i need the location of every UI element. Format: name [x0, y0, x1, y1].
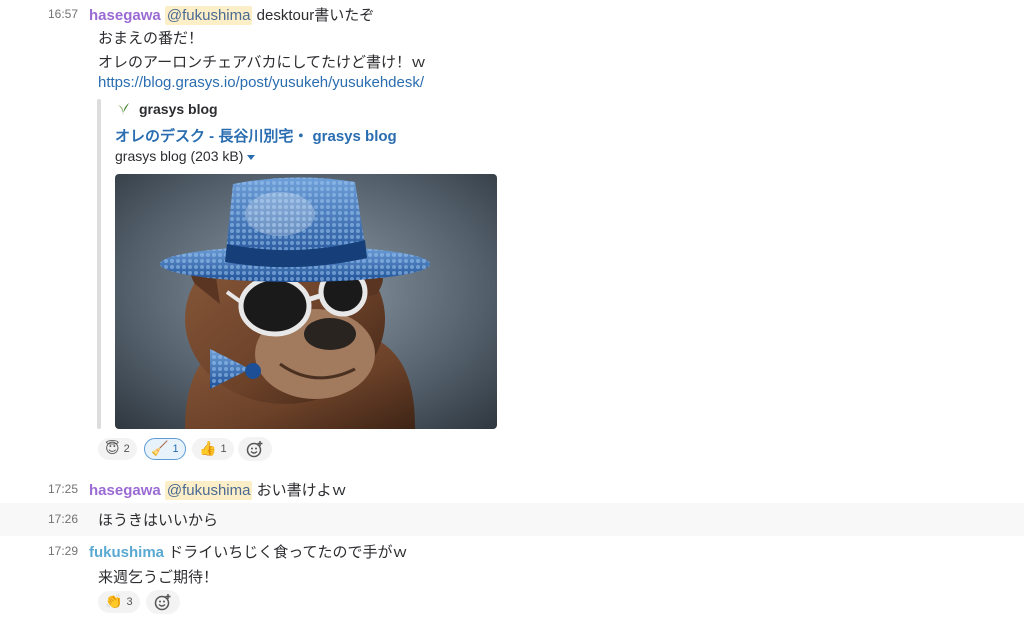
message-text: ドライいちじく食ってたので手がｗ: [168, 544, 408, 561]
reaction-halo[interactable]: 😇 2: [98, 438, 137, 460]
attachment-service-name: grasys blog: [139, 101, 218, 117]
reaction-count: 2: [123, 443, 130, 455]
smile-halo-icon: 😇: [105, 441, 120, 457]
reaction-count: 3: [126, 596, 133, 608]
message-header: hasegawa @fukushima desktour書いたぞ: [89, 4, 374, 25]
username[interactable]: hasegawa: [89, 482, 161, 499]
username[interactable]: hasegawa: [89, 7, 161, 24]
add-reaction-button[interactable]: [238, 437, 272, 461]
leaf-icon: [115, 101, 131, 117]
clap-icon: 👏: [105, 594, 123, 610]
reaction-thumbsup[interactable]: 👍 1: [192, 438, 234, 460]
message-text: ほうきはいいから: [98, 512, 219, 529]
attachment-preview-image[interactable]: [115, 174, 497, 429]
message-line: オレのアーロンチェアバカにしてたけど書け！ｗ: [98, 54, 427, 71]
message-timestamp[interactable]: 17:29: [48, 544, 78, 558]
attachment-border: [97, 99, 101, 429]
message-text: desktour書いたぞ: [256, 7, 375, 24]
reaction-count: 1: [220, 443, 227, 455]
reaction-clap[interactable]: 👏 3: [98, 591, 140, 613]
message-link[interactable]: https://blog.grasys.io/post/yusukeh/yusu…: [98, 74, 424, 91]
caret-down-icon[interactable]: [247, 154, 256, 160]
username[interactable]: fukushima: [89, 544, 164, 561]
broom-icon: 🧹: [151, 441, 169, 457]
message-line: 来週乞うご期待！: [98, 569, 219, 586]
message-header: hasegawa @fukushima おい書けよｗ: [89, 479, 347, 500]
reaction-broom[interactable]: 🧹 1: [144, 438, 186, 460]
add-reaction-button[interactable]: [146, 590, 180, 614]
reaction-count: 1: [172, 443, 179, 455]
attachment-service: grasys blog: [115, 101, 218, 117]
attachment-meta[interactable]: grasys blog (203 kB): [115, 148, 256, 164]
message-timestamp[interactable]: 17:26: [48, 512, 78, 526]
message-header: fukushima ドライいちじく食ってたので手がｗ: [89, 541, 407, 562]
message-text: おい書けよｗ: [256, 482, 347, 499]
mention[interactable]: @fukushima: [164, 481, 253, 500]
add-reaction-icon: [154, 594, 171, 611]
message-line: おまえの番だ！: [98, 30, 204, 47]
thumbs-up-icon: 👍: [199, 441, 217, 457]
message-timestamp[interactable]: 16:57: [48, 7, 78, 21]
message-timestamp[interactable]: 17:25: [48, 482, 78, 496]
add-reaction-icon: [246, 441, 263, 458]
mention[interactable]: @fukushima: [164, 6, 253, 25]
attachment-size: grasys blog (203 kB): [115, 148, 244, 164]
attachment-title[interactable]: オレのデスク - 長谷川別宅・ grasys blog: [115, 125, 397, 146]
